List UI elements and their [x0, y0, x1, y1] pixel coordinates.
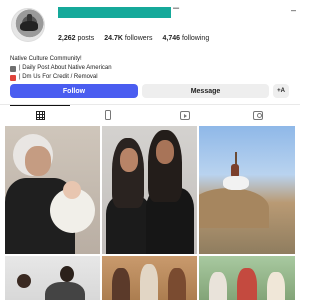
post-thumbnail[interactable] — [102, 126, 197, 254]
photo-subject — [168, 268, 186, 300]
photo-subject — [156, 140, 174, 164]
emoji-icon — [10, 65, 16, 72]
photo-subject — [140, 264, 158, 300]
photo-subject — [112, 268, 130, 300]
post-thumbnail[interactable] — [102, 256, 197, 300]
photo-subject — [120, 148, 138, 172]
post-thumbnail[interactable] — [5, 256, 100, 300]
avatar-horse — [20, 21, 38, 31]
profile-stats: 2,262 posts 24.7K followers 4,746 follow… — [58, 35, 209, 42]
photo-subject — [25, 146, 51, 176]
profile-header: – 2,262 posts 24.7K followers 4,746 foll… — [0, 0, 300, 52]
photo-subject — [45, 282, 85, 300]
post-thumbnail[interactable] — [5, 126, 100, 254]
tab-reels[interactable] — [78, 105, 138, 125]
photo-subject — [63, 181, 81, 199]
post-thumbnail[interactable] — [199, 256, 295, 300]
message-button[interactable]: Message — [142, 84, 269, 98]
photo-subject — [60, 266, 74, 282]
suggested-users-button[interactable]: +A — [273, 84, 289, 98]
photo-subject — [199, 188, 269, 228]
tagged-icon — [253, 110, 263, 120]
photo-subject — [209, 272, 227, 300]
follow-button[interactable]: Follow — [10, 84, 138, 98]
profile-tabs — [0, 104, 300, 124]
following-count[interactable]: 4,746 following — [162, 35, 209, 42]
bio-line: Native Culture Community! — [10, 56, 82, 62]
avatar[interactable] — [11, 8, 45, 42]
emoji-icon — [10, 74, 16, 81]
photo-subject — [237, 268, 257, 300]
followers-count[interactable]: 24.7K followers — [104, 35, 152, 42]
photo-subject — [267, 272, 285, 300]
video-icon — [180, 110, 190, 120]
bio-line: | Dm Us For Credit / Removal — [10, 73, 112, 82]
tab-posts[interactable] — [10, 105, 70, 125]
tab-videos[interactable] — [155, 105, 215, 125]
photo-subject — [17, 274, 31, 288]
bio-line: | Daily Post About Native American — [10, 64, 112, 73]
username-redacted — [58, 7, 171, 18]
grid-icon — [35, 111, 45, 120]
tab-tagged[interactable] — [228, 105, 288, 125]
reels-icon — [105, 110, 111, 120]
posts-count: 2,262 posts — [58, 35, 95, 42]
photo-subject — [223, 176, 249, 190]
post-thumbnail[interactable] — [199, 126, 295, 254]
options-icon[interactable]: – — [173, 2, 179, 14]
bio: Native Culture Community! | Daily Post A… — [10, 55, 112, 82]
